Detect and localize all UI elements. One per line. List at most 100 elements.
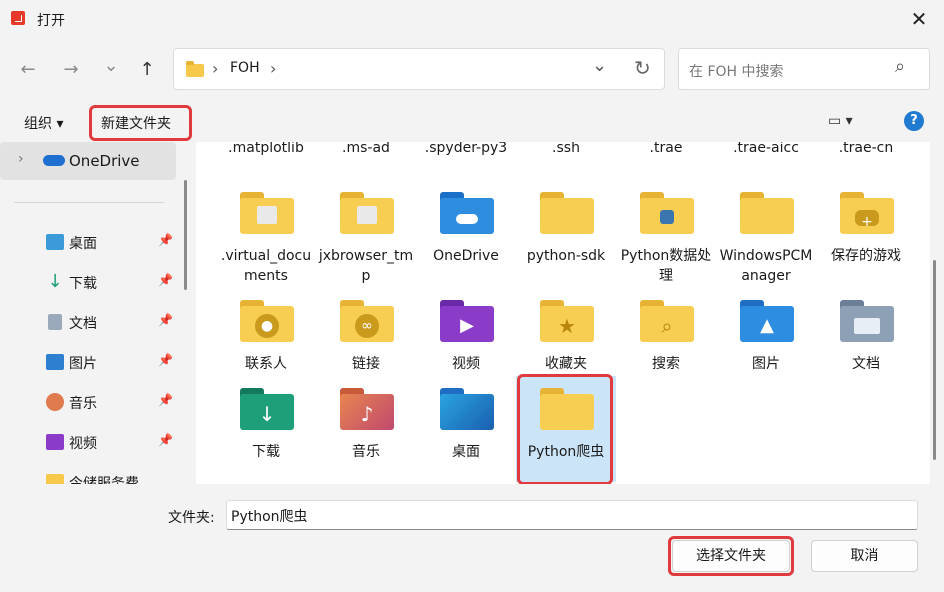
breadcrumb-separator: ›	[212, 59, 219, 78]
folder-item[interactable]: ∞ 链接	[316, 296, 416, 396]
sidebar-scrollbar[interactable]	[184, 180, 187, 290]
sidebar-item-label: 桌面	[69, 236, 97, 252]
folder-icon	[540, 192, 594, 234]
cloud-icon	[43, 155, 65, 166]
folder-name: .virtual_documents	[220, 248, 312, 284]
folder-python-icon	[640, 192, 694, 234]
folder-name: .trae-aicc	[733, 142, 799, 156]
folder-name: .trae-cn	[838, 142, 894, 156]
folder-name: 音乐	[352, 444, 380, 460]
sidebar-item-label: 音乐	[69, 396, 97, 412]
folder-name: 下载	[252, 444, 280, 460]
search-icon[interactable]: ⌕	[895, 56, 905, 77]
sidebar-divider	[14, 202, 164, 203]
help-icon[interactable]: ?	[904, 111, 924, 131]
forward-arrow-icon[interactable]: →	[57, 58, 85, 82]
sidebar-item-folder[interactable]: 今储服务费	[0, 463, 176, 484]
sidebar-item-label: 文档	[69, 316, 97, 332]
recent-locations-icon[interactable]: ⌄	[97, 54, 125, 78]
folder-doc-icon	[240, 192, 294, 234]
folder-item[interactable]: ♪ 音乐	[316, 384, 416, 484]
content-scrollbar[interactable]	[933, 260, 936, 460]
folder-item[interactable]: .trae-aicc	[716, 142, 816, 178]
selected-folder-highlight	[517, 374, 613, 485]
back-arrow-icon[interactable]: ←	[14, 58, 42, 82]
folder-name: 视频	[452, 356, 480, 372]
organize-menu[interactable]: 组织 ▾	[24, 113, 63, 133]
folder-item[interactable]: ● 联系人	[216, 296, 316, 396]
pin-icon[interactable]: 📌	[158, 233, 173, 247]
folder-item[interactable]: .trae-cn	[816, 142, 916, 178]
app-icon	[11, 11, 25, 25]
folder-name: 桌面	[452, 444, 480, 460]
pin-icon[interactable]: 📌	[158, 313, 173, 327]
folder-item[interactable]: ↓ 下载	[216, 384, 316, 484]
folder-name: 联系人	[245, 356, 287, 372]
folder-name: 保存的游戏	[831, 248, 901, 264]
downloads-icon: ↓	[240, 388, 294, 430]
breadcrumb-chevron[interactable]: ›	[270, 59, 276, 78]
expand-chevron-icon[interactable]: ›	[18, 151, 24, 167]
sidebar-item-desktop[interactable]: 桌面 📌	[0, 223, 176, 261]
folder-item[interactable]: Python数据处理	[616, 188, 716, 288]
navigation-bar: ← → ⌄ ↑ › FOH › ⌄ ↻ 在 FOH 中搜索 ⌕	[0, 38, 944, 102]
sidebar-item-music[interactable]: 音乐 📌	[0, 383, 176, 421]
folder-item[interactable]: 文档	[816, 296, 916, 396]
folder-item[interactable]: 桌面	[416, 384, 516, 484]
folder-item[interactable]: .virtual_documents	[216, 188, 316, 288]
address-bar[interactable]: › FOH › ⌄ ↻	[173, 48, 665, 90]
folder-item[interactable]: .matplotlib	[216, 142, 316, 178]
folder-name: Python数据处理	[620, 248, 712, 284]
folder-icon	[186, 61, 204, 77]
breadcrumb-foh[interactable]: FOH	[230, 60, 260, 76]
sidebar-item-label: OneDrive	[69, 152, 140, 170]
folder-name: .trae	[649, 142, 683, 156]
folder-item[interactable]: python-sdk	[516, 188, 616, 288]
music-icon	[46, 393, 64, 411]
folder-name: WindowsPCManager	[719, 248, 813, 284]
select-folder-highlight	[668, 536, 794, 576]
folder-item[interactable]: .trae	[616, 142, 716, 178]
pin-icon[interactable]: 📌	[158, 273, 173, 287]
view-options-icon[interactable]: ▭ ▾	[828, 113, 853, 129]
close-icon[interactable]: ✕	[906, 6, 932, 32]
folder-name: 收藏夹	[545, 356, 587, 372]
pin-icon[interactable]: 📌	[158, 353, 173, 367]
chevron-down-icon[interactable]: ⌄	[592, 55, 607, 76]
new-folder-button[interactable]: 新建文件夹	[101, 113, 171, 133]
folder-item[interactable]: .ms-ad	[316, 142, 416, 178]
folder-name-input[interactable]: Python爬虫	[226, 500, 918, 530]
pin-icon[interactable]: 📌	[158, 393, 173, 407]
folder-icon	[46, 474, 64, 484]
folder-item[interactable]: ▲ 图片	[716, 296, 816, 396]
refresh-icon[interactable]: ↻	[634, 56, 651, 80]
folder-label: 文件夹:	[168, 510, 215, 526]
folder-name: jxbrowser_tmp	[318, 248, 414, 284]
documents-icon	[840, 300, 894, 342]
contacts-icon: ●	[240, 300, 294, 342]
folder-item[interactable]: .ssh	[516, 142, 616, 178]
folder-name: .ssh	[552, 142, 580, 156]
pin-icon[interactable]: 📌	[158, 433, 173, 447]
folder-item[interactable]: + 保存的游戏	[816, 188, 916, 288]
document-icon	[48, 314, 62, 330]
sidebar-item-pictures[interactable]: 图片 📌	[0, 343, 176, 381]
sidebar-item-label: 下载	[69, 276, 97, 292]
search-input[interactable]: 在 FOH 中搜索	[689, 61, 784, 81]
sidebar-item-label: 图片	[69, 356, 97, 372]
sidebar-item-videos[interactable]: 视频 📌	[0, 423, 176, 461]
search-box[interactable]: 在 FOH 中搜索 ⌕	[678, 48, 930, 90]
folder-item[interactable]: OneDrive	[416, 188, 516, 288]
sidebar-item-onedrive[interactable]: › OneDrive	[0, 142, 176, 180]
sidebar-item-documents[interactable]: 文档 📌	[0, 303, 176, 341]
cancel-button[interactable]: 取消	[811, 540, 918, 572]
folder-item[interactable]: jxbrowser_tmp	[316, 188, 416, 288]
sidebar-item-downloads[interactable]: ↓ 下载 📌	[0, 263, 176, 301]
folder-item[interactable]: ⌕ 搜索	[616, 296, 716, 396]
navigation-pane: › OneDrive 桌面 📌 ↓ 下载 📌 文档 📌 图片 📌 音乐 📌 视频…	[0, 142, 190, 484]
folder-item[interactable]: ▶ 视频	[416, 296, 516, 396]
picture-icon	[46, 354, 64, 370]
folder-item[interactable]: WindowsPCManager	[716, 188, 816, 288]
folder-item[interactable]: .spyder-py3	[416, 142, 516, 178]
up-arrow-icon[interactable]: ↑	[133, 58, 161, 82]
